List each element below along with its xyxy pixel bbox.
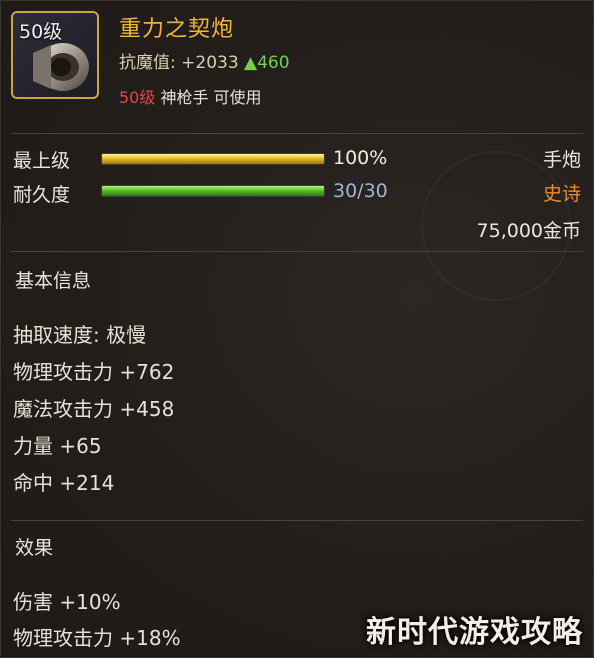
divider — [11, 251, 583, 252]
hand-cannon-icon — [33, 43, 89, 91]
watermark: 新时代游戏攻略 — [366, 615, 583, 650]
requirement-row: 50级 神枪手 可使用 — [119, 84, 262, 108]
required-class: 神枪手 可使用 — [160, 88, 262, 107]
item-tooltip: 50级 重力之契炮 抗魔值: +2033 ▲460 50级 神枪手 可使用 最上… — [0, 0, 594, 658]
basic-info-title: 基本信息 — [15, 270, 92, 292]
resist-bonus: ▲460 — [244, 53, 290, 73]
durability-bar-value: 30/30 — [333, 180, 388, 202]
level-bar-fill — [102, 154, 324, 164]
required-level: 50级 — [119, 88, 156, 107]
divider — [11, 133, 583, 134]
durability-bar — [101, 185, 325, 197]
stat-line: 抽取速度: 极慢 — [13, 323, 147, 347]
effect-line: 伤害 +10% — [13, 590, 121, 614]
stat-line: 物理攻击力 +762 — [13, 360, 175, 384]
level-bar — [101, 153, 325, 165]
effect-line: 物理攻击力 +18% — [13, 626, 181, 650]
resist-value: 抗魔值: +2033 — [119, 53, 239, 73]
weapon-type: 手炮 — [542, 149, 581, 171]
resist-row: 抗魔值: +2033 ▲460 — [119, 48, 290, 73]
divider — [11, 520, 583, 521]
level-bar-value: 100% — [333, 147, 388, 169]
stat-line: 命中 +214 — [13, 471, 115, 495]
item-level-badge: 50级 — [19, 21, 63, 43]
effects-title: 效果 — [15, 537, 54, 559]
stat-line: 力量 +65 — [13, 434, 102, 458]
rarity-label: 史诗 — [542, 183, 581, 205]
item-icon-frame[interactable]: 50级 — [11, 11, 99, 99]
stat-line: 魔法攻击力 +458 — [13, 397, 175, 421]
item-price: 75,000金币 — [476, 220, 581, 242]
durability-bar-fill — [102, 186, 324, 196]
durability-bar-label: 耐久度 — [13, 184, 71, 206]
item-name: 重力之契炮 — [119, 17, 235, 42]
level-bar-label: 最上级 — [13, 150, 71, 172]
